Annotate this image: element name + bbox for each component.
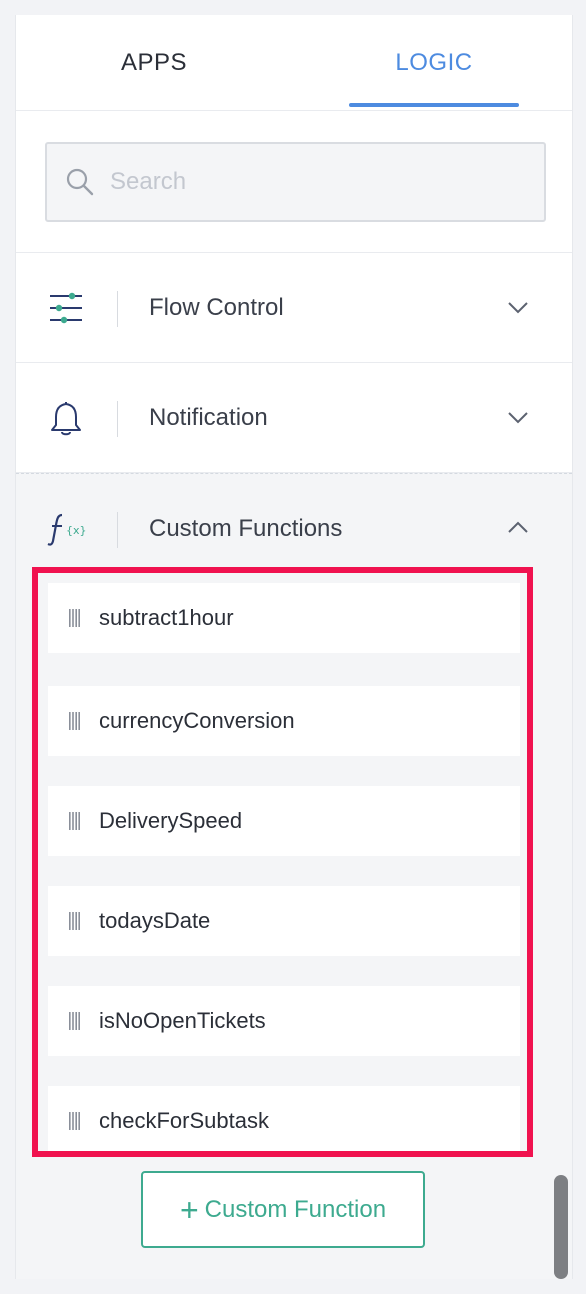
- section-divider: [117, 401, 118, 437]
- section-custom-functions[interactable]: {x} Custom Functions: [16, 473, 572, 584]
- list-item[interactable]: currencyConversion: [48, 686, 520, 756]
- function-name: subtract1hour: [99, 605, 234, 630]
- section-label: Notification: [149, 403, 268, 431]
- section-label: Flow Control: [149, 293, 284, 321]
- function-icon: {x}: [47, 513, 86, 546]
- tab-apps[interactable]: APPS: [56, 15, 252, 110]
- add-button-label: Custom Function: [204, 1195, 387, 1223]
- svg-text:{x}: {x}: [66, 524, 86, 537]
- tab-logic[interactable]: LOGIC: [349, 15, 519, 110]
- function-name: checkForSubtask: [99, 1108, 269, 1133]
- list-item[interactable]: checkForSubtask: [48, 1086, 520, 1156]
- function-name: todaysDate: [99, 908, 211, 933]
- drag-handle-icon[interactable]: [68, 711, 80, 731]
- scrollbar-thumb[interactable]: [554, 1175, 568, 1279]
- list-item[interactable]: todaysDate: [48, 886, 520, 956]
- section-divider: [117, 291, 118, 327]
- chevron-down-icon[interactable]: [506, 405, 530, 429]
- list-item[interactable]: isNoOpenTickets: [48, 986, 520, 1056]
- search-box[interactable]: [45, 142, 546, 222]
- section-label: Custom Functions: [149, 514, 343, 542]
- section-flow-control[interactable]: Flow Control: [16, 253, 572, 363]
- search-input[interactable]: [108, 167, 512, 197]
- chevron-up-icon[interactable]: [506, 516, 530, 540]
- section-notification[interactable]: Notification: [16, 363, 572, 473]
- drag-handle-icon[interactable]: [68, 1011, 80, 1031]
- chevron-down-icon[interactable]: [506, 295, 530, 319]
- custom-functions-list: subtract1hour currencyConversion Deliver…: [16, 583, 572, 1279]
- sliders-icon: [50, 292, 82, 324]
- logic-panel: APPS LOGIC Flow Control: [15, 15, 573, 1279]
- function-name: isNoOpenTickets: [99, 1008, 266, 1033]
- plus-icon: +: [179, 1191, 199, 1228]
- section-divider: [117, 512, 118, 548]
- list-item[interactable]: DeliverySpeed: [48, 786, 520, 856]
- active-tab-indicator: [349, 103, 519, 107]
- list-item[interactable]: subtract1hour: [48, 583, 520, 653]
- function-name: currencyConversion: [99, 708, 295, 733]
- function-name: DeliverySpeed: [99, 808, 243, 833]
- search-icon: [66, 168, 94, 196]
- drag-handle-icon[interactable]: [68, 811, 80, 831]
- tab-bar: APPS LOGIC: [16, 15, 572, 111]
- drag-handle-icon[interactable]: [68, 608, 80, 628]
- drag-handle-icon[interactable]: [68, 1111, 80, 1131]
- drag-handle-icon[interactable]: [68, 911, 80, 931]
- add-custom-function-button[interactable]: + Custom Function: [141, 1171, 425, 1248]
- search-section: [16, 111, 572, 253]
- bell-icon: [51, 401, 81, 436]
